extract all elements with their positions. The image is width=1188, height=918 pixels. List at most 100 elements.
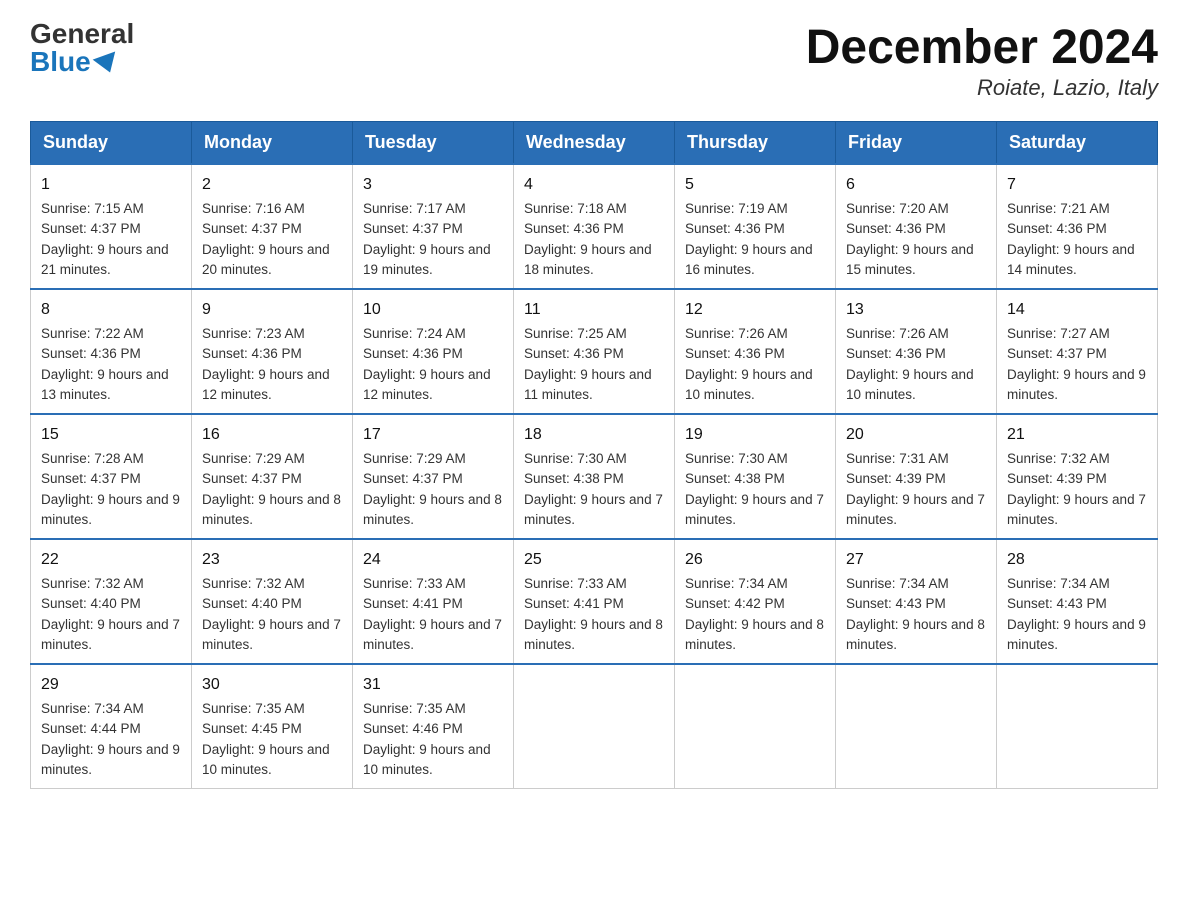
sunrise-text: Sunrise: 7:23 AM (202, 326, 305, 341)
sunset-text: Sunset: 4:41 PM (524, 596, 624, 611)
calendar-body: 1 Sunrise: 7:15 AM Sunset: 4:37 PM Daylight… (31, 164, 1158, 789)
daylight-text: Daylight: 9 hours and 8 minutes. (846, 617, 985, 652)
calendar-cell: 27Sunrise: 7:34 AMSunset: 4:43 PMDayligh… (836, 539, 997, 664)
logo-triangle-icon (92, 51, 121, 76)
daylight-text: Daylight: 9 hours and 19 minutes. (363, 242, 491, 277)
daylight-text: Daylight: 9 hours and 15 minutes. (846, 242, 974, 277)
daylight-text: Daylight: 9 hours and 13 minutes. (41, 367, 169, 402)
daylight-text: Daylight: 9 hours and 8 minutes. (363, 492, 502, 527)
sunset-text: Sunset: 4:45 PM (202, 721, 302, 736)
sunset-text: Sunset: 4:38 PM (524, 471, 624, 486)
calendar-cell: 19Sunrise: 7:30 AMSunset: 4:38 PMDayligh… (675, 414, 836, 539)
daylight-text: Daylight: 9 hours and 12 minutes. (202, 367, 330, 402)
daylight-text: Daylight: 9 hours and 12 minutes. (363, 367, 491, 402)
calendar-week-4: 22Sunrise: 7:32 AMSunset: 4:40 PMDayligh… (31, 539, 1158, 664)
daylight-text: Daylight: 9 hours and 7 minutes. (1007, 492, 1146, 527)
calendar-cell: 31Sunrise: 7:35 AMSunset: 4:46 PMDayligh… (353, 664, 514, 789)
calendar-table: SundayMondayTuesdayWednesdayThursdayFrid… (30, 121, 1158, 789)
sunrise-text: Sunrise: 7:21 AM (1007, 201, 1110, 216)
sunset-text: Sunset: 4:37 PM (202, 471, 302, 486)
day-number: 17 (363, 423, 503, 447)
sunset-text: Sunset: 4:39 PM (1007, 471, 1107, 486)
sunrise-text: Sunrise: 7:29 AM (363, 451, 466, 466)
daylight-text: Daylight: 9 hours and 10 minutes. (363, 742, 491, 777)
sunset-text: Sunset: 4:39 PM (846, 471, 946, 486)
calendar-cell: 13Sunrise: 7:26 AMSunset: 4:36 PMDayligh… (836, 289, 997, 414)
sunset-text: Sunset: 4:37 PM (41, 471, 141, 486)
day-number: 7 (1007, 173, 1147, 197)
sunrise-text: Sunrise: 7:29 AM (202, 451, 305, 466)
sunrise-text: Sunrise: 7:33 AM (363, 576, 466, 591)
daylight-text: Daylight: 9 hours and 7 minutes. (846, 492, 985, 527)
daylight-text: Daylight: 9 hours and 8 minutes. (524, 617, 663, 652)
sunrise-text: Sunrise: 7:33 AM (524, 576, 627, 591)
sunset-text: Sunset: 4:36 PM (202, 346, 302, 361)
daylight-text: Daylight: 9 hours and 16 minutes. (685, 242, 813, 277)
sunset-text: Sunset: 4:44 PM (41, 721, 141, 736)
daylight-text: Daylight: 9 hours and 7 minutes. (202, 617, 341, 652)
weekday-header-thursday: Thursday (675, 122, 836, 165)
location: Roiate, Lazio, Italy (806, 75, 1158, 101)
calendar-cell (836, 664, 997, 789)
day-number: 25 (524, 548, 664, 572)
calendar-cell: 24Sunrise: 7:33 AMSunset: 4:41 PMDayligh… (353, 539, 514, 664)
weekday-header-tuesday: Tuesday (353, 122, 514, 165)
calendar-cell: 10Sunrise: 7:24 AMSunset: 4:36 PMDayligh… (353, 289, 514, 414)
sunrise-text: Sunrise: 7:22 AM (41, 326, 144, 341)
sunrise-text: Sunrise: 7:32 AM (1007, 451, 1110, 466)
sunset-text: Sunset: 4:36 PM (685, 346, 785, 361)
sunrise-text: Sunrise: 7:30 AM (685, 451, 788, 466)
daylight-text: Daylight: 9 hours and 20 minutes. (202, 242, 330, 277)
sunset-text: Sunset: 4:36 PM (685, 221, 785, 236)
calendar-week-3: 15Sunrise: 7:28 AMSunset: 4:37 PMDayligh… (31, 414, 1158, 539)
calendar-cell: 22Sunrise: 7:32 AMSunset: 4:40 PMDayligh… (31, 539, 192, 664)
sunset-text: Sunset: 4:37 PM (202, 221, 302, 236)
sunset-text: Sunset: 4:40 PM (41, 596, 141, 611)
daylight-text: Daylight: 9 hours and 9 minutes. (1007, 617, 1146, 652)
sunrise-text: Sunrise: 7:24 AM (363, 326, 466, 341)
sunset-text: Sunset: 4:43 PM (846, 596, 946, 611)
sunset-text: Sunset: 4:40 PM (202, 596, 302, 611)
sunrise-text: Sunrise: 7:15 AM (41, 201, 144, 216)
calendar-cell (514, 664, 675, 789)
sunrise-text: Sunrise: 7:28 AM (41, 451, 144, 466)
sunset-text: Sunset: 4:38 PM (685, 471, 785, 486)
page-header: General Blue December 2024 Roiate, Lazio… (30, 20, 1158, 101)
sunrise-text: Sunrise: 7:27 AM (1007, 326, 1110, 341)
calendar-cell: 26Sunrise: 7:34 AMSunset: 4:42 PMDayligh… (675, 539, 836, 664)
day-number: 3 (363, 173, 503, 197)
sunrise-text: Sunrise: 7:32 AM (41, 576, 144, 591)
calendar-cell: 3Sunrise: 7:17 AMSunset: 4:37 PMDaylight… (353, 164, 514, 289)
sunset-text: Sunset: 4:36 PM (41, 346, 141, 361)
day-number: 29 (41, 673, 181, 697)
calendar-week-5: 29 Sunrise: 7:34 AM Sunset: 4:44 PM Dayligh… (31, 664, 1158, 789)
calendar-cell: 18Sunrise: 7:30 AMSunset: 4:38 PMDayligh… (514, 414, 675, 539)
day-number: 21 (1007, 423, 1147, 447)
day-number: 12 (685, 298, 825, 322)
sunrise-text: Sunrise: 7:34 AM (1007, 576, 1110, 591)
day-number: 6 (846, 173, 986, 197)
calendar-cell: 21 Sunrise: 7:32 AM Sunset: 4:39 PM Dayligh… (997, 414, 1158, 539)
calendar-cell: 6Sunrise: 7:20 AMSunset: 4:36 PMDaylight… (836, 164, 997, 289)
day-number: 18 (524, 423, 664, 447)
sunset-text: Sunset: 4:46 PM (363, 721, 463, 736)
calendar-cell: 7Sunrise: 7:21 AMSunset: 4:36 PMDaylight… (997, 164, 1158, 289)
calendar-cell: 4Sunrise: 7:18 AMSunset: 4:36 PMDaylight… (514, 164, 675, 289)
sunrise-text: Sunrise: 7:34 AM (41, 701, 144, 716)
day-number: 10 (363, 298, 503, 322)
sunrise-text: Sunrise: 7:32 AM (202, 576, 305, 591)
sunset-text: Sunset: 4:37 PM (363, 471, 463, 486)
day-number: 4 (524, 173, 664, 197)
sunrise-text: Sunrise: 7:35 AM (363, 701, 466, 716)
daylight-text: Daylight: 9 hours and 9 minutes. (1007, 367, 1146, 402)
day-number: 28 (1007, 548, 1147, 572)
day-number: 1 (41, 173, 181, 197)
calendar-cell: 20Sunrise: 7:31 AMSunset: 4:39 PMDayligh… (836, 414, 997, 539)
day-number: 20 (846, 423, 986, 447)
weekday-header-sunday: Sunday (31, 122, 192, 165)
day-number: 26 (685, 548, 825, 572)
sunrise-text: Sunrise: 7:18 AM (524, 201, 627, 216)
daylight-text: Daylight: 9 hours and 11 minutes. (524, 367, 652, 402)
day-number: 5 (685, 173, 825, 197)
day-number: 23 (202, 548, 342, 572)
